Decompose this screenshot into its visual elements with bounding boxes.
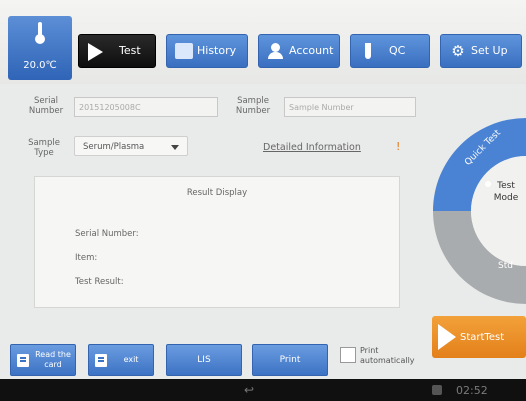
- read-card-button[interactable]: Read the card: [10, 344, 76, 376]
- print-automatically-label: Print automatically: [360, 346, 415, 366]
- type-label-line2: Type: [34, 148, 54, 158]
- serial-label-line1: Serial: [33, 96, 59, 106]
- print-automatically-checkbox[interactable]: [340, 347, 356, 363]
- tab-account[interactable]: Account: [258, 34, 340, 68]
- tab-qc-label: QC: [389, 44, 406, 57]
- document-icon: [175, 43, 193, 59]
- sample-number-field[interactable]: Sample Number: [284, 97, 416, 117]
- result-display-title: Result Display: [186, 188, 248, 198]
- tab-account-label: Account: [289, 44, 334, 57]
- result-serial-number: Serial Number:: [75, 229, 139, 239]
- test-mode-line1: Test: [497, 181, 515, 191]
- system-nav-bar: ↩ 02:52: [0, 379, 526, 401]
- chevron-down-icon: [171, 145, 179, 150]
- print-auto-line1: Print: [360, 346, 379, 355]
- test-mode-line2: Mode: [493, 193, 519, 203]
- print-auto-line2: automatically: [360, 356, 415, 365]
- detailed-information-link[interactable]: Detailed Information: [263, 142, 361, 153]
- sample-number-label: Sample Number: [226, 96, 280, 116]
- battery-icon: [432, 385, 442, 395]
- serial-label-line2: Number: [28, 106, 64, 116]
- read-card-line2: card: [44, 360, 62, 369]
- tab-history-label: History: [197, 44, 237, 57]
- thermometer-icon: [35, 22, 45, 44]
- top-bar: 20.0℃ Test History Account QC ⚙ Set Up: [0, 0, 526, 84]
- tab-history[interactable]: History: [166, 34, 248, 68]
- exit-icon: [95, 354, 107, 367]
- sample-label-line1: Sample: [237, 96, 269, 106]
- play-icon: [438, 324, 456, 350]
- sample-type-select[interactable]: Serum/Plasma: [74, 136, 188, 156]
- tab-test[interactable]: Test: [78, 34, 156, 68]
- start-test-button[interactable]: StartTest: [432, 316, 526, 358]
- temperature-tile: 20.0℃: [8, 16, 72, 80]
- tab-setup-label: Set Up: [471, 44, 508, 57]
- tab-setup[interactable]: ⚙ Set Up: [440, 34, 522, 68]
- play-icon: [88, 43, 103, 61]
- person-icon: [267, 43, 285, 59]
- tab-test-label: Test: [119, 44, 141, 57]
- read-card-label: Read the card: [31, 350, 75, 370]
- alert-icon: !: [396, 140, 401, 153]
- exit-label: exit: [123, 355, 139, 364]
- read-card-line1: Read the: [35, 350, 71, 359]
- sample-type-label: Sample Type: [18, 138, 70, 158]
- std-test-label: Std: [498, 261, 513, 271]
- sample-type-value: Serum/Plasma: [83, 142, 145, 152]
- result-item: Item:: [75, 253, 98, 263]
- result-display-panel: Result Display Serial Number: Item: Test…: [34, 176, 400, 308]
- test-mode-dial[interactable]: Quick Test Test Mode Std: [430, 118, 526, 304]
- print-label: Print: [279, 355, 301, 365]
- print-button[interactable]: Print: [252, 344, 328, 376]
- lis-label: LIS: [197, 355, 211, 365]
- test-tube-icon: [359, 43, 377, 59]
- type-label-line1: Sample: [28, 138, 60, 148]
- serial-number-field[interactable]: 20151205008C: [74, 97, 218, 117]
- exit-button[interactable]: exit: [88, 344, 154, 376]
- serial-number-label: Serial Number: [22, 96, 70, 116]
- system-clock: 02:52: [456, 384, 488, 397]
- temperature-value: 20.0℃: [23, 60, 57, 71]
- tab-qc[interactable]: QC: [350, 34, 430, 68]
- card-icon: [17, 354, 29, 367]
- lis-button[interactable]: LIS: [166, 344, 242, 376]
- back-icon[interactable]: ↩: [244, 384, 258, 396]
- test-mode-center-label: Test Mode: [488, 180, 524, 204]
- start-test-label: StartTest: [460, 332, 505, 343]
- sample-label-line2: Number: [235, 106, 271, 116]
- result-test-result: Test Result:: [75, 277, 124, 287]
- gear-icon: ⚙: [451, 42, 465, 60]
